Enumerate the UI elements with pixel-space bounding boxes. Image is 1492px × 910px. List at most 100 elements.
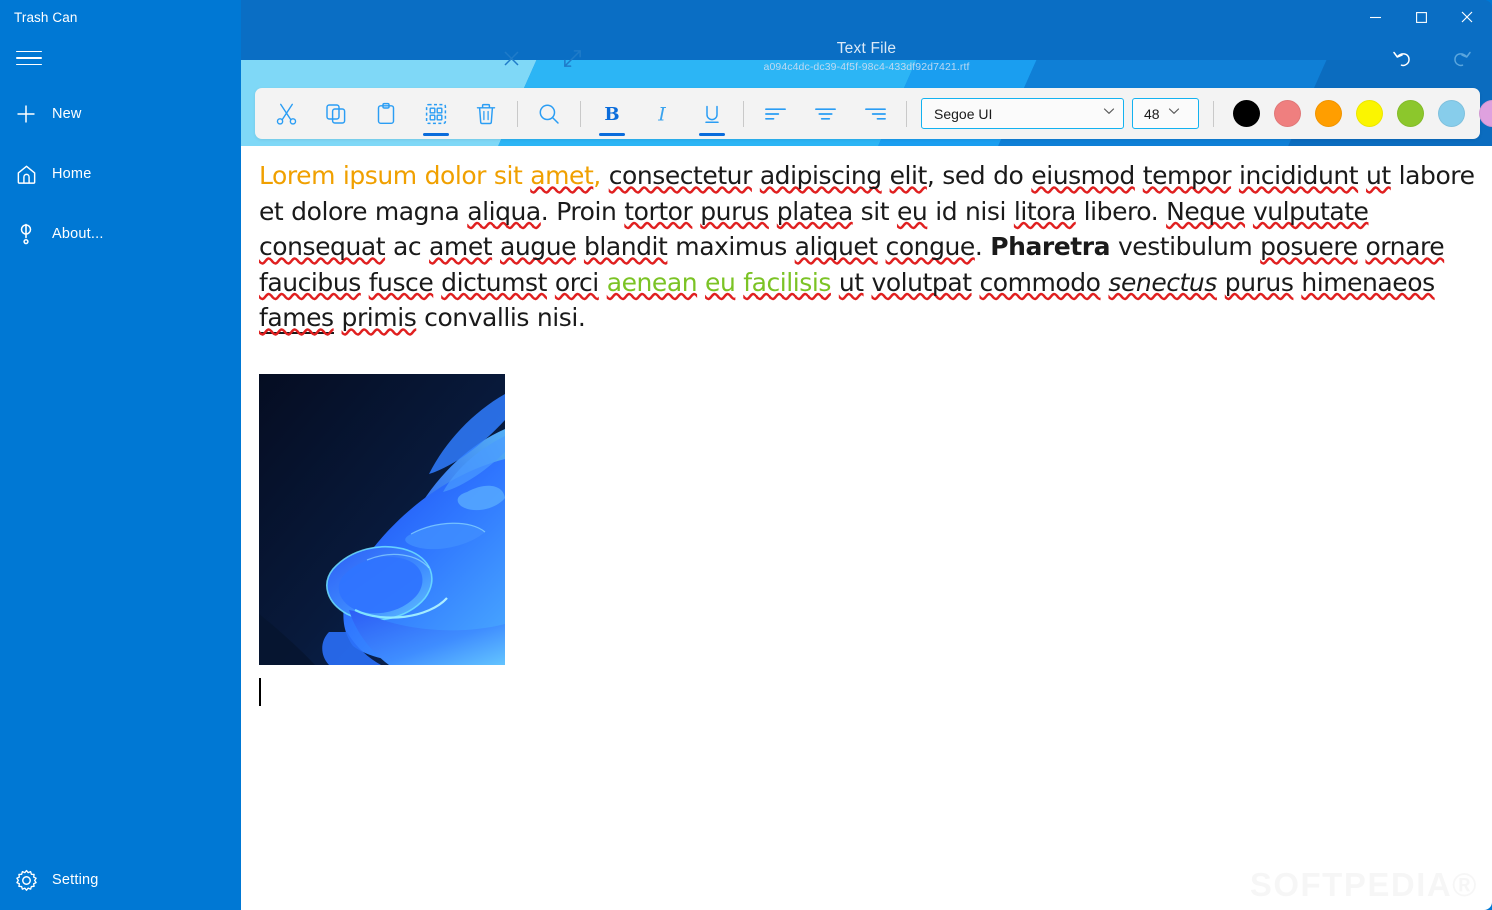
text-run: eu [705, 267, 736, 297]
document-close-icon[interactable] [493, 40, 529, 76]
text-run: fusce [368, 267, 434, 297]
text-run [1135, 161, 1143, 190]
text-run: platea [776, 196, 853, 226]
text-run: amet [429, 232, 493, 261]
sidebar-item-setting[interactable]: Setting [0, 858, 241, 902]
align-center-button[interactable] [800, 92, 850, 136]
text-run: aenean [606, 267, 698, 297]
search-button[interactable] [524, 92, 574, 136]
text-run: , [593, 161, 609, 190]
text-run: Lorem ipsum dolor sit [259, 161, 531, 190]
text-run [1245, 197, 1253, 226]
embedded-image[interactable] [259, 374, 505, 665]
font-size-select[interactable]: 48 [1132, 98, 1199, 129]
text-run: aliquet [794, 232, 878, 261]
app-window: Trash Can New Home About... Setting Text… [0, 0, 1492, 910]
gear-icon [0, 869, 52, 892]
color-swatch-black[interactable] [1233, 100, 1260, 127]
watermark: SOFTPEDIA® [1250, 866, 1478, 904]
toolbar-separator [517, 100, 518, 127]
text-run: congue [885, 232, 976, 261]
text-run: orci [554, 267, 599, 297]
redo-icon[interactable] [1444, 40, 1480, 76]
home-icon [0, 163, 52, 186]
text-run: convallis nisi. [416, 303, 586, 332]
align-left-button[interactable] [750, 92, 800, 136]
text-run: tempor [1142, 161, 1232, 190]
paste-button[interactable] [361, 92, 411, 136]
copy-button[interactable] [311, 92, 361, 136]
undo-icon[interactable] [1384, 40, 1420, 76]
text-run: purus [1224, 267, 1294, 297]
text-run: volutpat [871, 267, 972, 297]
text-run: Pharetra [990, 232, 1111, 261]
document-canvas[interactable]: Lorem ipsum dolor sit amet, consectetur … [241, 146, 1492, 910]
color-swatch-green[interactable] [1397, 100, 1424, 127]
window-minimize-button[interactable] [1352, 0, 1398, 34]
select-all-button[interactable] [411, 92, 461, 136]
svg-text:B: B [604, 104, 619, 125]
text-run: amet [530, 161, 594, 190]
sidebar-item-label: Setting [52, 872, 99, 888]
sidebar-item-about[interactable]: About... [0, 212, 241, 256]
font-family-select[interactable]: Segoe UI [921, 98, 1124, 129]
text-run [878, 232, 886, 261]
text-run: libero. [1075, 196, 1167, 226]
text-run [831, 268, 839, 297]
text-run: adipiscing [759, 161, 882, 190]
hamburger-bar [16, 63, 42, 66]
chevron-down-icon [1166, 103, 1182, 124]
hamburger-bar [16, 57, 42, 59]
window-close-button[interactable] [1444, 0, 1490, 34]
color-swatch-violet[interactable] [1479, 100, 1492, 127]
text-run: facilisis [743, 267, 831, 297]
text-run: himenaeos [1301, 267, 1435, 297]
text-run: litora [1013, 196, 1076, 226]
hamburger-icon[interactable] [14, 44, 44, 72]
window-maximize-button[interactable] [1398, 0, 1444, 34]
font-size-value: 48 [1144, 105, 1160, 122]
text-run: , sed do [926, 161, 1032, 190]
text-run: ornare [1365, 232, 1445, 261]
text-run: eu [896, 196, 928, 226]
info-icon [0, 222, 52, 246]
sidebar-title: Trash Can [14, 10, 78, 25]
active-indicator [599, 132, 625, 136]
text-run: Neque [1166, 196, 1246, 226]
text-run [882, 161, 890, 190]
text-run: dictumst [441, 267, 547, 297]
text-run [334, 303, 342, 332]
text-run: id nisi [927, 196, 1014, 226]
underline-button[interactable] [687, 92, 737, 136]
color-swatch-yellow[interactable] [1356, 100, 1383, 127]
color-swatch-salmon[interactable] [1274, 100, 1301, 127]
sidebar-item-label: New [52, 106, 82, 122]
text-run [599, 268, 607, 297]
expand-icon[interactable] [554, 40, 590, 76]
chevron-down-icon [1101, 103, 1117, 124]
text-run: consequat [259, 232, 386, 261]
bold-button[interactable]: B [587, 92, 637, 136]
text-run: primis [341, 303, 417, 332]
text-run [547, 268, 555, 297]
active-indicator [699, 132, 725, 136]
sidebar-item-home[interactable]: Home [0, 152, 241, 196]
delete-button[interactable] [461, 92, 511, 136]
font-family-value: Segoe UI [934, 105, 993, 122]
align-right-button[interactable] [850, 92, 900, 136]
sidebar-item-new[interactable]: New [0, 92, 241, 136]
document-text[interactable]: Lorem ipsum dolor sit amet, consectetur … [259, 158, 1475, 336]
color-swatches [1226, 100, 1492, 127]
text-run: ut [838, 267, 864, 297]
formatting-toolbar: B I Segoe UI 48 [255, 88, 1492, 139]
text-run [697, 268, 705, 297]
color-swatch-sky[interactable] [1438, 100, 1465, 127]
sidebar-item-label: Home [52, 166, 92, 182]
text-caret [259, 678, 261, 706]
plus-icon [0, 103, 52, 125]
text-run: ac [385, 232, 430, 261]
color-swatch-orange[interactable] [1315, 100, 1342, 127]
cut-button[interactable] [261, 92, 311, 136]
text-run [1217, 268, 1225, 297]
italic-button[interactable]: I [637, 92, 687, 136]
